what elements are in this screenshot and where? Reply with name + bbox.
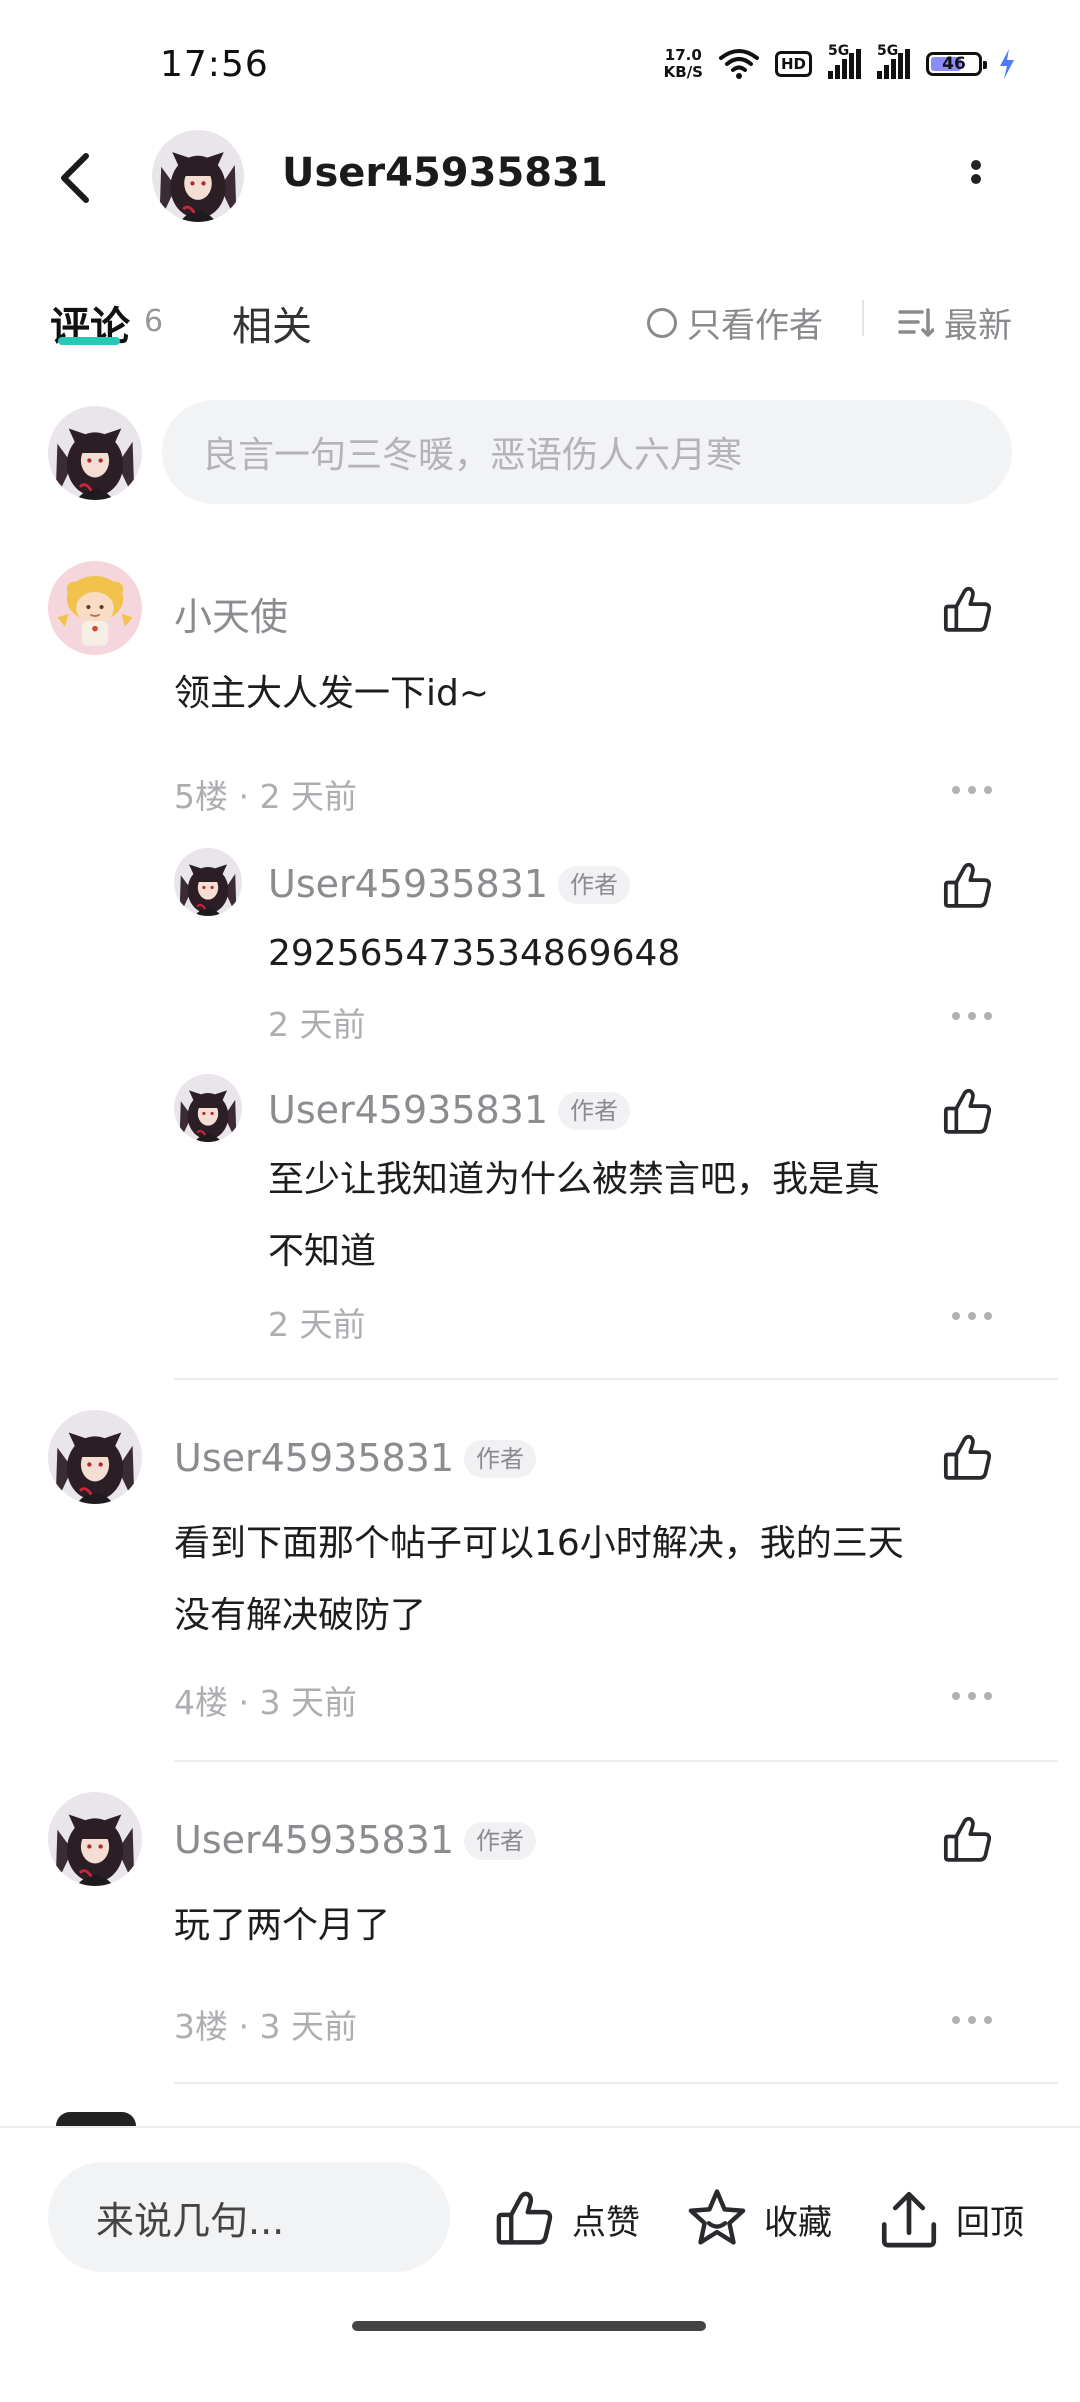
status-time: 17:56 bbox=[160, 44, 269, 85]
divider bbox=[174, 1378, 1058, 1380]
sort-latest-button[interactable]: 最新 bbox=[898, 298, 1012, 347]
reply-meta: 2 天前 bbox=[268, 1305, 366, 1344]
comment-meta: 4楼 · 3 天前 bbox=[174, 1683, 357, 1722]
author-only-label: 只看作者 bbox=[687, 306, 823, 346]
reply-text-line: 不知道 bbox=[268, 1231, 377, 1272]
comment-meta: 5楼 · 2 天前 bbox=[174, 777, 357, 816]
signal-1-label: 5G bbox=[828, 43, 850, 59]
like-label: 点赞 bbox=[572, 2202, 640, 2243]
more-icon[interactable] bbox=[952, 2016, 992, 2024]
divider bbox=[174, 1760, 1058, 1762]
avatar[interactable] bbox=[174, 1074, 242, 1142]
like-icon[interactable] bbox=[940, 1812, 996, 1868]
battery-icon: 46 bbox=[926, 52, 987, 76]
comment-input[interactable]: 良言一句三冬暖，恶语伤人六月寒 bbox=[162, 400, 1012, 504]
like-icon[interactable] bbox=[940, 1084, 996, 1140]
more-icon[interactable] bbox=[952, 1012, 992, 1020]
author-badge: 作者 bbox=[558, 1092, 630, 1130]
wifi-icon bbox=[718, 49, 759, 79]
comment-text: 玩了两个月了 bbox=[174, 1905, 391, 1946]
like-icon[interactable] bbox=[940, 1430, 996, 1486]
tab-related[interactable]: 相关 bbox=[232, 294, 312, 352]
signal-icon-2: 5G bbox=[877, 43, 910, 79]
author-badge: 作者 bbox=[464, 1440, 536, 1478]
my-avatar bbox=[48, 406, 142, 500]
reply-meta: 2 天前 bbox=[268, 1005, 366, 1044]
more-icon[interactable] bbox=[952, 1312, 992, 1320]
comment-text-line: 看到下面那个帖子可以16小时解决，我的三天 bbox=[174, 1523, 904, 1564]
author-badge: 作者 bbox=[464, 1822, 536, 1860]
star-icon bbox=[688, 2189, 746, 2245]
reply-author-name[interactable]: User45935831 bbox=[268, 1088, 548, 1132]
signal-icon-1: 5G bbox=[828, 43, 861, 79]
network-speed-unit: KB/S bbox=[663, 63, 703, 81]
network-speed-value: 17.0 bbox=[664, 46, 702, 64]
upload-arrow-icon bbox=[881, 2191, 937, 2248]
back-to-top-button[interactable]: 回顶 bbox=[876, 2186, 1024, 2252]
reply-input[interactable]: 来说几句... bbox=[48, 2162, 450, 2272]
like-icon[interactable] bbox=[940, 858, 996, 914]
home-indicator[interactable] bbox=[352, 2321, 706, 2331]
comment-author-name[interactable]: User45935831 bbox=[174, 1436, 454, 1480]
avatar-partial bbox=[56, 2112, 136, 2126]
battery-level: 46 bbox=[942, 54, 966, 74]
tab-comments-count: 6 bbox=[144, 304, 164, 339]
favorite-button[interactable]: 收藏 bbox=[684, 2186, 832, 2252]
header-username[interactable]: User45935831 bbox=[282, 150, 608, 196]
divider bbox=[862, 300, 864, 336]
tab-active-indicator bbox=[58, 337, 120, 345]
comment-author-name[interactable]: 小天使 bbox=[174, 586, 288, 641]
reply-input-placeholder: 来说几句... bbox=[96, 2198, 285, 2243]
radio-icon bbox=[647, 307, 677, 338]
header-avatar[interactable] bbox=[152, 130, 244, 222]
avatar[interactable] bbox=[174, 848, 242, 916]
charging-icon bbox=[1000, 49, 1014, 79]
favorite-label: 收藏 bbox=[764, 2202, 832, 2243]
more-icon[interactable] bbox=[952, 786, 992, 794]
reply-author-name[interactable]: User45935831 bbox=[268, 862, 548, 906]
status-icons: 17.0 KB/S HD 5G 5G 46 bbox=[664, 43, 1016, 84]
author-only-toggle[interactable]: 只看作者 bbox=[647, 298, 823, 347]
more-icon[interactable] bbox=[952, 1692, 992, 1700]
comment-text: 领主大人发一下id~ bbox=[174, 673, 490, 714]
back-to-top-label: 回顶 bbox=[956, 2202, 1024, 2243]
thumbs-up-icon bbox=[492, 2186, 558, 2252]
divider bbox=[174, 2082, 1058, 2084]
sort-label: 最新 bbox=[944, 306, 1012, 346]
like-icon[interactable] bbox=[940, 582, 996, 638]
reply-text-line: 至少让我知道为什么被禁言吧，我是真 bbox=[268, 1159, 881, 1200]
avatar[interactable] bbox=[48, 1792, 142, 1886]
network-speed: 17.0 KB/S bbox=[664, 47, 703, 81]
comment-meta: 3楼 · 3 天前 bbox=[174, 2007, 357, 2046]
reply-text: 2925654735348696​48 bbox=[268, 933, 681, 974]
like-button[interactable]: 点赞 bbox=[492, 2186, 640, 2252]
sort-icon bbox=[898, 307, 934, 337]
signal-2-label: 5G bbox=[877, 43, 899, 59]
comment-text-line: 没有解决破防了 bbox=[174, 1595, 427, 1636]
back-arrow-icon[interactable] bbox=[52, 148, 100, 208]
avatar[interactable] bbox=[48, 1410, 142, 1504]
author-badge: 作者 bbox=[558, 866, 630, 904]
comment-author-name[interactable]: User45935831 bbox=[174, 1818, 454, 1862]
comment-input-placeholder: 良言一句三冬暖，恶语伤人六月寒 bbox=[202, 435, 743, 476]
more-options-icon[interactable] bbox=[966, 156, 986, 196]
hd-voice-icon: HD bbox=[774, 51, 812, 77]
avatar[interactable] bbox=[48, 561, 142, 655]
